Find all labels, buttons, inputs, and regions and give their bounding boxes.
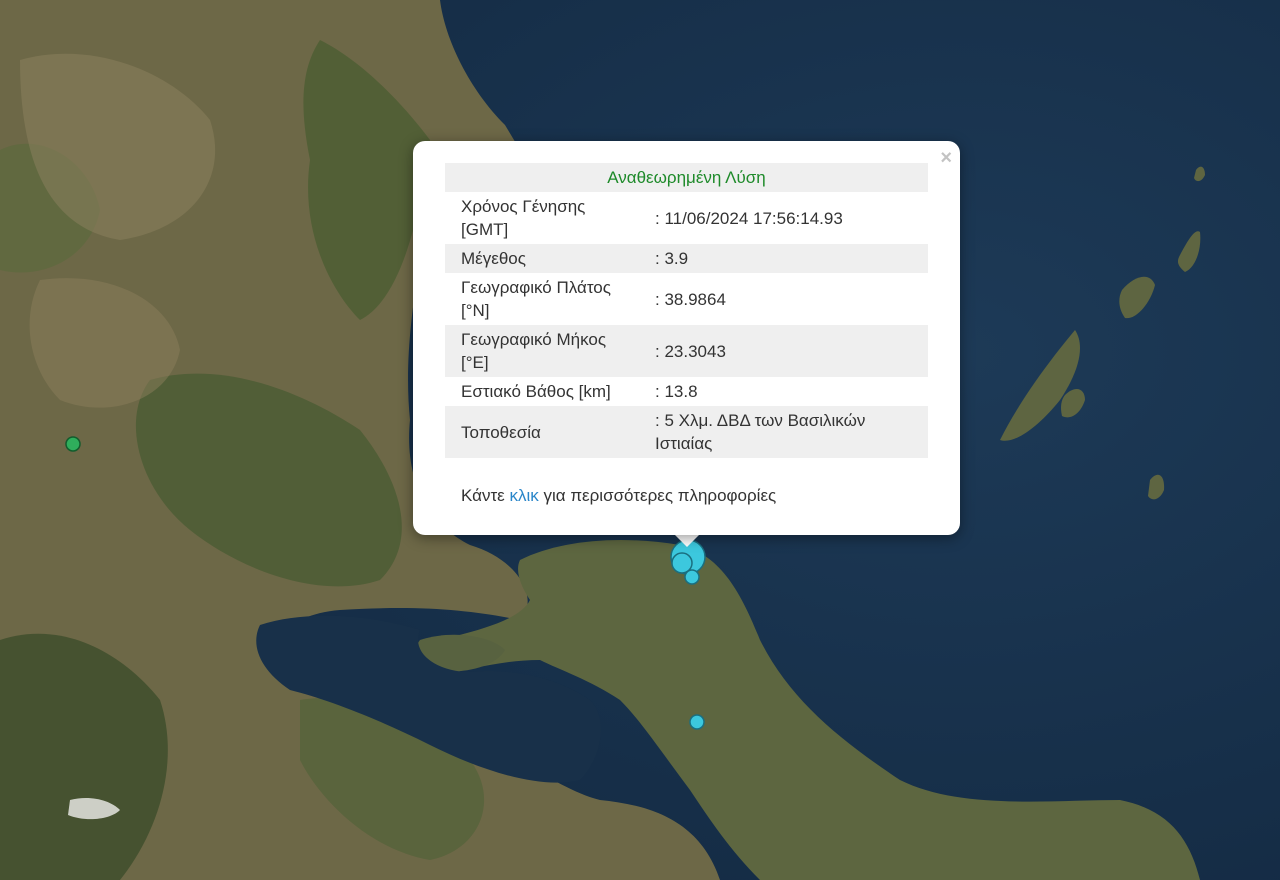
info-table: Αναθεωρημένη Λύση Χρόνος Γένησης [GMT] :… [445, 163, 928, 458]
location-value: : 5 Χλμ. ΔΒΔ των Βασιλικών Ιστιαίας [651, 406, 928, 458]
latitude-value: : 38.9864 [655, 289, 726, 309]
solution-header: Αναθεωρημένη Λύση [445, 163, 928, 192]
table-row: Γεωγραφικό Πλάτος [°N] : 38.9864 [445, 273, 928, 325]
close-icon[interactable]: × [940, 147, 952, 169]
earthquake-marker[interactable] [689, 714, 705, 730]
table-row: Μέγεθος : 3.9 [445, 244, 928, 273]
table-row: Χρόνος Γένησης [GMT] : 11/06/2024 17:56:… [445, 192, 928, 244]
popup-tip [673, 533, 701, 547]
depth-value: : 13.8 [655, 382, 698, 401]
table-row: Εστιακό Βάθος [km] : 13.8 [445, 377, 928, 406]
location-label: Τοποθεσία [445, 406, 651, 458]
earthquake-marker[interactable] [684, 569, 700, 585]
more-info-suffix: για περισσότερες πληροφορίες [538, 486, 777, 505]
more-info-link[interactable]: κλικ [509, 486, 538, 505]
magnitude-value: : 3.9 [651, 244, 928, 273]
longitude-label: Γεωγραφικό Μήκος [°E] [445, 325, 651, 377]
depth-label: Εστιακό Βάθος [km] [461, 382, 611, 401]
table-row: Γεωγραφικό Μήκος [°E] : 23.3043 [445, 325, 928, 377]
longitude-value: : 23.3043 [651, 325, 928, 377]
more-info-text: Κάντε κλικ για περισσότερες πληροφορίες [461, 486, 776, 506]
latitude-label: Γεωγραφικό Πλάτος [°N] [461, 278, 611, 320]
table-row: Τοποθεσία : 5 Χλμ. ΔΒΔ των Βασιλικών Ιστ… [445, 406, 928, 458]
earthquake-popup: × Αναθεωρημένη Λύση Χρόνος Γένησης [GMT]… [413, 141, 960, 535]
more-info-prefix: Κάντε [461, 486, 510, 505]
origin-time-label: Χρόνος Γένησης [GMT] [461, 197, 586, 239]
magnitude-label: Μέγεθος [445, 244, 651, 273]
table-header-row: Αναθεωρημένη Λύση [445, 163, 928, 192]
origin-time-value: : 11/06/2024 17:56:14.93 [655, 208, 843, 228]
earthquake-marker-green[interactable] [65, 436, 81, 452]
